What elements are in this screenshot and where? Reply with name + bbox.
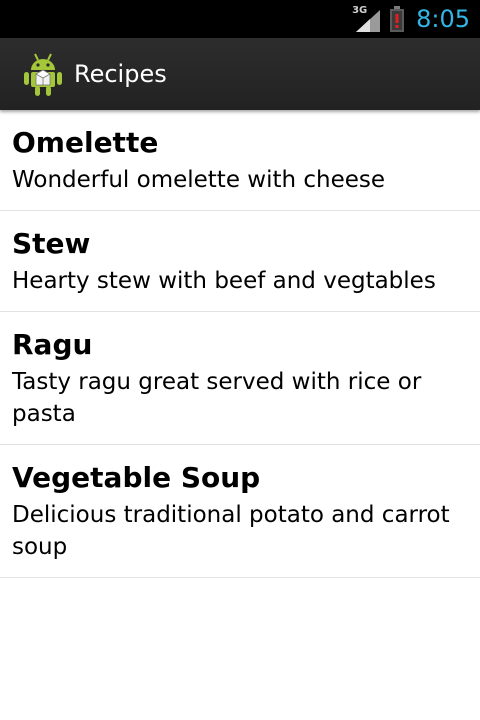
recipe-list: Omelette Wonderful omelette with cheese …: [0, 110, 480, 578]
recipe-name: Ragu: [12, 328, 93, 361]
app-title: Recipes: [74, 60, 167, 88]
action-bar: Recipes: [0, 38, 480, 110]
recipe-name: Omelette: [12, 126, 159, 159]
signal-icon: [356, 10, 381, 32]
recipe-name: Stew: [12, 227, 91, 260]
status-bar: 3G 8:05: [0, 0, 480, 38]
recipe-name: Vegetable Soup: [12, 461, 261, 494]
recipe-description: Wonderful omelette with cheese: [12, 167, 386, 193]
status-clock: 8:05: [416, 5, 470, 33]
list-item-omelette[interactable]: Omelette Wonderful omelette with cheese: [0, 110, 480, 211]
android-app-icon[interactable]: [22, 51, 64, 97]
recipe-description: Tasty ragu great served with rice or pas…: [12, 369, 422, 427]
list-item-ragu[interactable]: Ragu Tasty ragu great served with rice o…: [0, 312, 480, 445]
list-item-stew[interactable]: Stew Hearty stew with beef and vegtables: [0, 211, 480, 312]
recipe-description: Delicious traditional potato and carrot …: [12, 502, 450, 560]
battery-alert-icon: [390, 6, 405, 32]
network-indicator: 3G: [352, 6, 382, 32]
list-item-vegetable-soup[interactable]: Vegetable Soup Delicious traditional pot…: [0, 445, 480, 578]
status-indicators: 3G 8:05: [352, 0, 470, 38]
recipe-description: Hearty stew with beef and vegtables: [12, 268, 436, 294]
